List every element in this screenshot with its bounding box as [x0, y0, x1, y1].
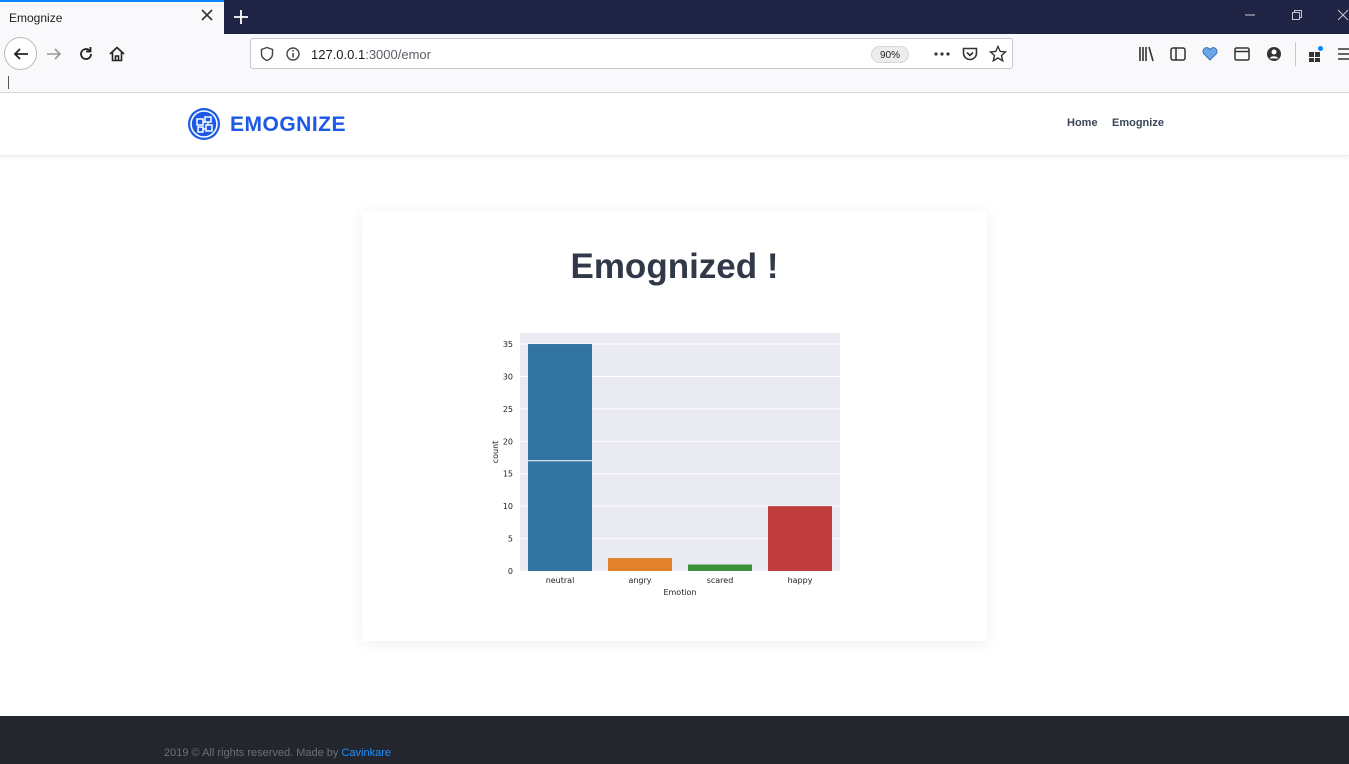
home-icon — [109, 46, 125, 62]
result-card: Emognized ! 0 5 10 15 20 25 30 35 neutral angry sc… — [362, 211, 987, 641]
close-window-icon[interactable] — [1336, 8, 1349, 22]
arrow-left-icon — [13, 47, 28, 60]
bookmarks-bar — [0, 74, 1349, 93]
browser-tab[interactable]: Emognize — [0, 0, 224, 34]
extensions-icon[interactable] — [1306, 45, 1324, 63]
minimize-icon[interactable] — [1243, 8, 1257, 22]
info-icon[interactable] — [285, 46, 301, 62]
browser-toolbar: 127.0.0.1:3000/emor 90% — [0, 34, 1349, 74]
toolbar-separator — [1295, 42, 1296, 66]
brand-name[interactable]: EMOGNIZE — [230, 113, 346, 137]
x-tick-label: scared — [707, 576, 734, 585]
home-button[interactable] — [105, 42, 129, 66]
copyright-text: 2019 © All rights reserved. Made by — [164, 747, 339, 759]
nav-link-emognize[interactable]: Emognize — [1112, 117, 1164, 129]
menu-icon[interactable] — [1337, 45, 1349, 63]
y-tick-label: 0 — [508, 567, 513, 576]
url-text[interactable]: 127.0.0.1:3000/emor — [311, 47, 431, 62]
page-title: Emognized ! — [570, 247, 779, 286]
bar-angry — [608, 558, 672, 571]
bar-neutral — [528, 344, 592, 571]
back-button[interactable] — [4, 37, 37, 70]
forward-button[interactable] — [42, 42, 66, 66]
restore-icon[interactable] — [1290, 8, 1304, 22]
sidebar-icon[interactable] — [1169, 45, 1187, 63]
extension-heart-icon[interactable] — [1201, 45, 1219, 63]
site-footer: 2019 © All rights reserved. Made by Cavi… — [0, 716, 1349, 764]
pocket-icon[interactable] — [961, 45, 979, 63]
shield-icon[interactable] — [259, 46, 275, 62]
y-axis-label: count — [491, 441, 500, 464]
account-icon[interactable] — [1265, 45, 1283, 63]
close-tab-icon[interactable] — [200, 8, 214, 22]
tab-title: Emognize — [9, 11, 63, 25]
y-tick-label: 30 — [503, 372, 513, 381]
more-actions-icon[interactable] — [933, 46, 951, 62]
y-tick-label: 5 — [508, 535, 513, 544]
x-axis-label: Emotion — [663, 588, 696, 597]
arrow-right-icon — [47, 48, 62, 60]
x-tick-label: happy — [788, 576, 813, 585]
author-link[interactable]: Cavinkare — [341, 747, 391, 759]
y-tick-label: 35 — [503, 340, 513, 349]
reload-icon — [80, 47, 92, 60]
x-tick-label: neutral — [546, 576, 575, 585]
zoom-level-badge[interactable]: 90% — [871, 46, 909, 63]
url-bar[interactable]: 127.0.0.1:3000/emor 90% — [250, 38, 1013, 69]
y-tick-label: 15 — [503, 470, 513, 479]
y-tick-label: 10 — [503, 502, 513, 511]
x-tick-label: angry — [628, 576, 651, 585]
window-icon[interactable] — [1233, 45, 1251, 63]
bookmark-star-icon[interactable] — [989, 45, 1007, 63]
new-tab-icon[interactable] — [232, 8, 250, 26]
emotion-bar-chart: 0 5 10 15 20 25 30 35 neutral angry scared happy Emo… — [491, 333, 840, 597]
y-tick-label: 20 — [503, 437, 513, 446]
brand-logo-icon[interactable] — [186, 106, 222, 142]
site-header: EMOGNIZE Home Emognize — [0, 93, 1349, 156]
reload-button[interactable] — [74, 42, 98, 66]
url-host: 127.0.0.1 — [311, 47, 366, 62]
browser-tab-strip: Emognize — [0, 0, 1349, 34]
bar-scared — [688, 564, 752, 571]
y-tick-label: 25 — [503, 405, 513, 414]
url-path: :3000/emor — [365, 47, 431, 62]
footer-text: 2019 © All rights reserved. Made by Cavi… — [164, 747, 391, 759]
library-icon[interactable] — [1138, 45, 1156, 63]
text-caret — [8, 76, 9, 89]
bar-happy — [768, 506, 832, 571]
nav-link-home[interactable]: Home — [1067, 117, 1098, 129]
